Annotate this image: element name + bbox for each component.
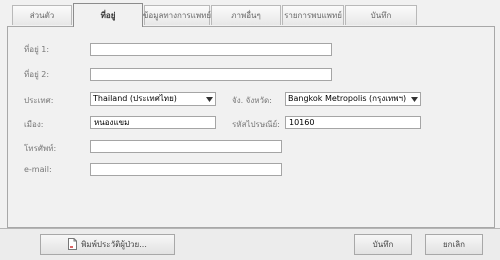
province-select[interactable]: Bangkok Metropolis (กรุงเทพฯ) [285, 92, 421, 106]
postal-code-field[interactable]: 10160 [285, 116, 421, 129]
tab-medical-info[interactable]: ข้อมูลทางการแพทย์ [142, 5, 212, 25]
address-tab-panel: ที่อยู่ 1: ที่อยู่ 2: ประเทศ: Thailand (… [7, 26, 495, 228]
save-button[interactable]: บันทึก [354, 234, 412, 255]
address2-field[interactable] [90, 68, 332, 81]
tab-personal-label: ส่วนตัว [29, 11, 55, 20]
postal-code-label: รหัสไปรษณีย์: [232, 120, 280, 129]
country-select[interactable]: Thailand (ประเทศไทย) [90, 92, 216, 106]
tab-medical-info-label: ข้อมูลทางการแพทย์ [142, 11, 212, 20]
chevron-down-icon[interactable] [203, 93, 215, 105]
country-label: ประเทศ: [24, 96, 54, 105]
phone-field[interactable] [90, 140, 282, 153]
bottom-button-bar: พิมพ์ประวัติผู้ป่วย... บันทึก ยกเลิก [0, 228, 500, 260]
print-history-label: พิมพ์ประวัติผู้ป่วย... [81, 240, 147, 249]
email-field[interactable] [90, 163, 282, 176]
document-icon [68, 237, 78, 252]
tab-notes-label: บันทึก [370, 11, 392, 20]
country-value: Thailand (ประเทศไทย) [93, 94, 177, 103]
patient-address-window: ส่วนตัว ที่อยู่ ข้อมูลทางการแพทย์ ภาพอื่… [0, 0, 500, 260]
phone-label: โทรศัพท์: [24, 144, 57, 153]
tab-visits-label: รายการพบแพทย์ [284, 11, 342, 20]
tab-personal[interactable]: ส่วนตัว [12, 5, 72, 25]
city-field[interactable]: หนองแขม [90, 116, 216, 129]
tab-other-images-label: ภาพอื่นๆ [231, 11, 261, 20]
save-label: บันทึก [372, 240, 394, 249]
address1-label: ที่อยู่ 1: [24, 45, 50, 54]
province-value: Bangkok Metropolis (กรุงเทพฯ) [288, 94, 407, 103]
address2-label: ที่อยู่ 2: [24, 70, 50, 79]
tab-other-images[interactable]: ภาพอื่นๆ [211, 5, 281, 25]
tab-address[interactable]: ที่อยู่ [73, 3, 143, 27]
tab-notes[interactable]: บันทึก [345, 5, 417, 25]
address1-field[interactable] [90, 43, 332, 56]
cancel-button[interactable]: ยกเลิก [425, 234, 483, 255]
email-label: e-mail: [24, 165, 52, 174]
city-label: เมือง: [24, 120, 44, 129]
chevron-down-icon[interactable] [408, 93, 420, 105]
cancel-label: ยกเลิก [442, 240, 465, 249]
tab-visits[interactable]: รายการพบแพทย์ [282, 5, 344, 25]
print-history-button[interactable]: พิมพ์ประวัติผู้ป่วย... [40, 234, 175, 255]
province-label: จัง. จังหวัด: [232, 96, 272, 105]
tab-address-label: ที่อยู่ [100, 11, 116, 20]
